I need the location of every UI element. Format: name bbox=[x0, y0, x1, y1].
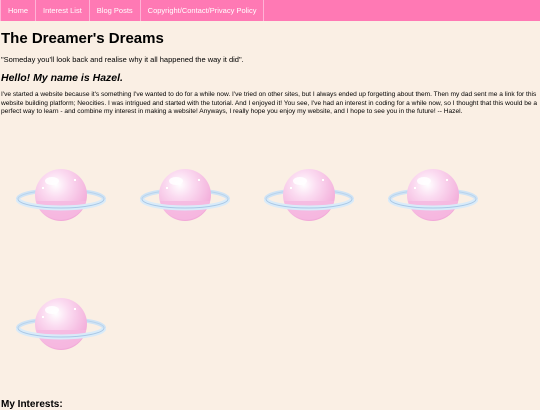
nav-copyright-contact-privacy-link[interactable]: Copyright/Contact/Privacy Policy bbox=[141, 0, 265, 21]
nav-blog-posts-link[interactable]: Blog Posts bbox=[90, 0, 141, 21]
greeting-heading: Hello! My name is Hazel. bbox=[1, 72, 123, 84]
pink-planet-icon bbox=[264, 165, 354, 229]
nav-bar: Home Interest List Blog Posts Copyright/… bbox=[0, 0, 540, 21]
pink-planet-icon bbox=[16, 165, 106, 229]
nav-home-link[interactable]: Home bbox=[0, 0, 37, 21]
pink-planet-icon bbox=[16, 294, 106, 358]
page-title: The Dreamer's Dreams bbox=[1, 30, 164, 47]
pink-planet-icon bbox=[140, 165, 230, 229]
pink-planet-icon bbox=[388, 165, 478, 229]
intro-paragraph: I've started a website because it's some… bbox=[1, 91, 538, 116]
page-quote: "Someday you'll look back and realise wh… bbox=[1, 55, 244, 64]
nav-interest-list-link[interactable]: Interest List bbox=[36, 0, 90, 21]
